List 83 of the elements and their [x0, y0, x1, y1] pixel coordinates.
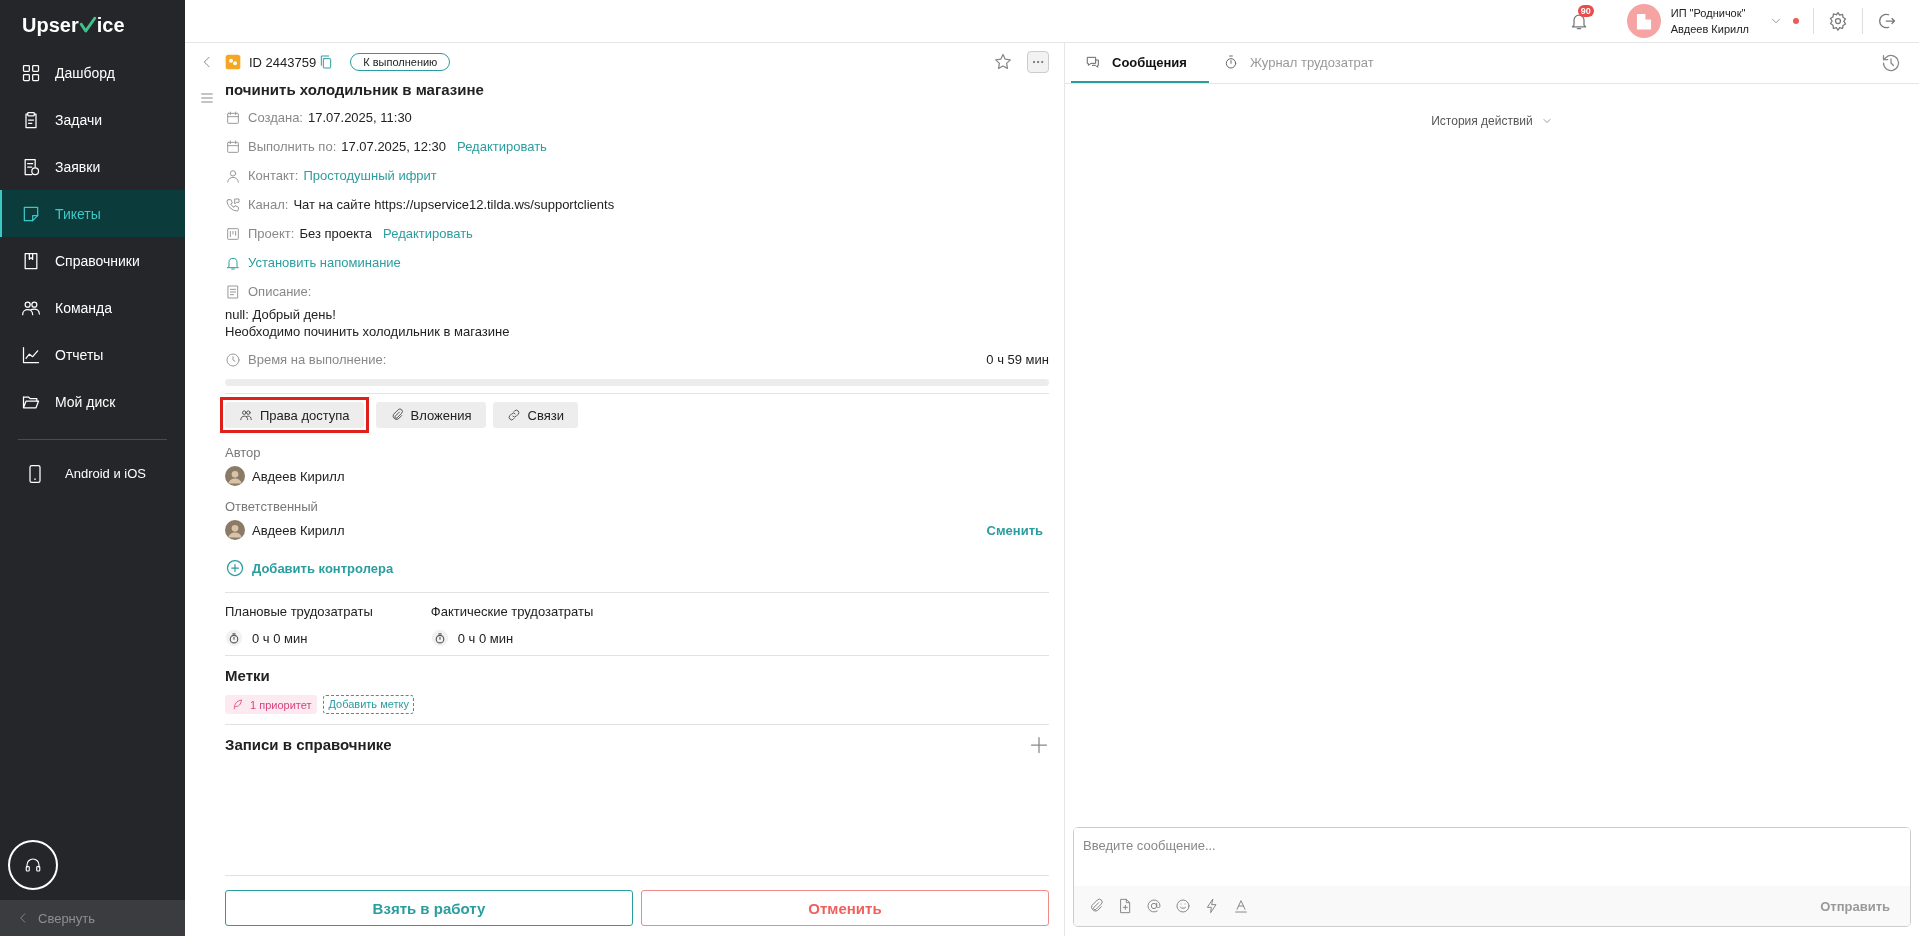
file-add-icon[interactable]	[1117, 898, 1133, 914]
nav-item[interactable]: Мой диск	[0, 378, 185, 425]
document-icon	[225, 283, 241, 300]
chart-icon	[21, 344, 41, 365]
section-label: Ответственный	[225, 498, 319, 516]
avatar-icon	[225, 520, 245, 540]
logo-text: ice	[96, 14, 125, 36]
dashboard-icon	[21, 62, 41, 83]
logout-icon[interactable]	[1877, 11, 1897, 31]
field-value: 17.07.2025, 12:30	[341, 139, 447, 154]
board-icon	[225, 225, 241, 242]
star-icon[interactable]	[993, 52, 1013, 72]
chat-tab[interactable]: Сообщения	[1071, 43, 1209, 83]
company-name: ИП "Родничок"	[1670, 6, 1747, 21]
effort-label: Плановые трудозатраты	[225, 603, 373, 621]
status-dot	[1793, 18, 1799, 24]
avatar-icon	[225, 466, 245, 486]
paperclip-icon[interactable]	[1088, 898, 1104, 914]
lightning-icon[interactable]	[1204, 898, 1220, 914]
time-value: 0 ч 59 мин	[986, 352, 1049, 367]
section-title: Метки	[225, 666, 271, 686]
field-value: Чат на сайте https://upservice12.tilda.ws/supportclients	[293, 197, 615, 212]
field-label: Проект:	[248, 226, 295, 241]
calendar-icon	[225, 138, 241, 155]
section-button[interactable]: Вложения	[375, 402, 486, 428]
person-icon	[225, 167, 241, 184]
section-label: Автор	[225, 444, 262, 462]
ticket-id: ID 2443759	[249, 54, 317, 70]
feather-icon	[231, 698, 244, 711]
mention-icon[interactable]	[1146, 898, 1162, 914]
section-title: Записи в справочнике	[225, 735, 392, 755]
nav-item[interactable]: Справочники	[0, 237, 185, 284]
timer-icon	[430, 629, 449, 647]
nav-item[interactable]: Задачи	[0, 96, 185, 143]
effort-value: 0 ч 0 мин	[252, 630, 308, 646]
tag[interactable]: 1 приоритет	[225, 695, 318, 714]
phone-icon	[225, 196, 241, 213]
nav-item[interactable]: Команда	[0, 284, 185, 331]
more-button[interactable]	[1027, 51, 1049, 73]
field-value: 17.07.2025, 11:30	[308, 110, 412, 125]
chat-icon	[1085, 54, 1101, 70]
field-label: Контакт:	[248, 168, 299, 183]
field-value: Без проекта	[299, 226, 373, 241]
person-name: Авдеев Кирилл	[252, 522, 345, 538]
calendar-icon	[225, 109, 241, 126]
headset-icon	[24, 856, 42, 874]
user-name: Авдеев Кирилл	[1670, 22, 1749, 37]
check-icon	[78, 15, 97, 35]
emoji-icon[interactable]	[1175, 898, 1191, 914]
person-name: Авдеев Кирилл	[252, 468, 345, 484]
people-icon	[239, 408, 253, 422]
field-label: Выполнить по:	[248, 139, 337, 154]
clock-icon	[225, 351, 241, 368]
nav-item[interactable]: Дашборд	[0, 49, 185, 96]
settings-icon[interactable]	[1828, 11, 1848, 31]
nav-item[interactable]: Заявки	[0, 143, 185, 190]
history-icon[interactable]	[1881, 53, 1901, 73]
history-toggle[interactable]: История действий	[1431, 114, 1553, 128]
nav-item[interactable]: Отчеты	[0, 331, 185, 378]
field-label: Описание:	[248, 284, 312, 299]
plus-circle-icon	[225, 558, 245, 578]
section-button[interactable]: Связи	[492, 402, 578, 428]
company-avatar-icon	[1626, 4, 1661, 38]
nav-item[interactable]: Android и iOS	[0, 450, 185, 497]
description-text: null: Добрый день! Необходимо починить холодильник в магазине	[225, 306, 511, 340]
field-label: Время на выполнение:	[248, 352, 387, 367]
ticket-title: починить холодильник в магазине	[225, 81, 485, 99]
notification-badge: 90	[1577, 5, 1594, 17]
ticket-icon	[225, 54, 241, 70]
menu-icon[interactable]	[199, 90, 215, 106]
support-button[interactable]	[8, 840, 58, 890]
plus-icon[interactable]	[1029, 735, 1049, 755]
section-button[interactable]: Права доступа	[225, 402, 364, 428]
link-icon	[506, 408, 521, 422]
logo-text: Upser	[22, 14, 79, 36]
text-format-icon[interactable]	[1233, 898, 1249, 914]
nav-item[interactable]: Тикеты	[0, 190, 185, 237]
paperclip-icon	[389, 408, 404, 422]
effort-label: Фактические трудозатраты	[430, 603, 594, 621]
effort-value: 0 ч 0 мин	[457, 630, 514, 646]
timer-icon	[225, 629, 243, 647]
field-label: Канал:	[248, 197, 289, 212]
field-label: Создана:	[248, 110, 303, 125]
